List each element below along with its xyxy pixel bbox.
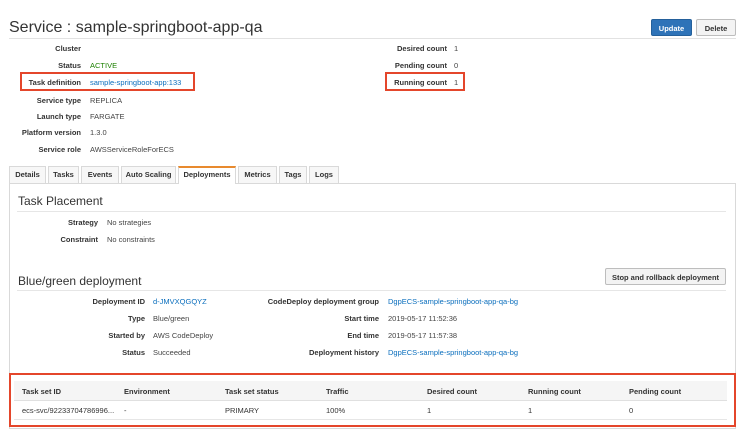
running-count-label: Running count (394, 78, 447, 87)
service-role-value: AWSServiceRoleForECS (90, 145, 174, 154)
col-running-count: Running count (528, 387, 581, 396)
end-time-value: 2019-05-17 11:57:38 (388, 331, 458, 340)
deployment-history-label: Deployment history (308, 348, 379, 357)
task-definition-label: Task definition (28, 78, 81, 87)
cell-traffic: 100% (326, 406, 346, 415)
deployment-status-value: Succeeded (153, 348, 191, 357)
task-definition-link[interactable]: sample-springboot-app:133 (90, 78, 181, 87)
start-time-value: 2019-05-17 11:52:36 (388, 314, 458, 323)
tab-events[interactable]: Events (81, 166, 119, 183)
tab-auto-scaling[interactable]: Auto Scaling (121, 166, 176, 183)
tab-tasks[interactable]: Tasks (48, 166, 79, 183)
stop-rollback-button[interactable]: Stop and rollback deployment (605, 268, 726, 285)
update-button[interactable]: Update (651, 19, 692, 36)
col-traffic: Traffic (326, 387, 349, 396)
running-count-value: 1 (454, 78, 459, 87)
deployment-history-link[interactable]: DgpECS-sample-springboot-app-qa-bg (388, 348, 518, 357)
cell-task-set-id: ecs-svc/92233704786996... (22, 406, 115, 415)
tab-bar: Details Tasks Events Auto Scaling Deploy… (9, 166, 736, 184)
bluegreen-title: Blue/green deployment (18, 274, 142, 288)
page-title: Service : sample-springboot-app-qa (9, 19, 263, 36)
launch-type-value: FARGATE (90, 112, 125, 121)
deployment-id-link[interactable]: d-JMVXQGQYZ (153, 297, 207, 306)
task-placement-divider (17, 211, 726, 212)
deployment-id-label: Deployment ID (92, 297, 145, 306)
launch-type-label: Launch type (36, 112, 81, 121)
service-role-label: Service role (38, 145, 81, 154)
deployment-status-label: Status (122, 348, 145, 357)
bluegreen-divider (17, 290, 726, 291)
platform-version-value: 1.3.0 (90, 128, 107, 137)
pending-count-label: Pending count (394, 61, 447, 70)
strategy-value: No strategies (107, 218, 152, 227)
start-time-label: Start time (344, 314, 379, 323)
tab-tags[interactable]: Tags (279, 166, 307, 183)
codedeploy-group-link[interactable]: DgpECS-sample-springboot-app-qa-bg (388, 297, 518, 306)
strategy-label: Strategy (67, 218, 98, 227)
started-by-value: AWS CodeDeploy (153, 331, 214, 340)
pending-count-value: 0 (454, 61, 459, 70)
type-label: Type (128, 314, 145, 323)
header-divider (9, 38, 736, 39)
codedeploy-group-label: CodeDeploy deployment group (267, 297, 379, 306)
cluster-label: Cluster (55, 44, 81, 53)
cell-running-count: 1 (528, 406, 533, 415)
status-value: ACTIVE (90, 61, 118, 70)
col-task-set-id: Task set ID (22, 387, 62, 396)
service-type-value: REPLICA (90, 96, 123, 105)
cell-pending-count: 0 (629, 406, 634, 415)
task-sets-row-divider (14, 419, 727, 420)
col-desired-count: Desired count (427, 387, 478, 396)
cell-task-set-status: PRIMARY (225, 406, 260, 415)
tab-metrics[interactable]: Metrics (238, 166, 277, 183)
tab-logs[interactable]: Logs (309, 166, 339, 183)
cell-desired-count: 1 (427, 406, 432, 415)
service-type-label: Service type (36, 96, 81, 105)
col-task-set-status: Task set status (225, 387, 279, 396)
started-by-label: Started by (108, 331, 145, 340)
constraint-label: Constraint (60, 235, 99, 244)
cell-environment: - (124, 406, 127, 415)
type-value: Blue/green (153, 314, 190, 323)
col-pending-count: Pending count (629, 387, 682, 396)
tab-details[interactable]: Details (9, 166, 46, 183)
desired-count-value: 1 (454, 44, 459, 53)
status-label: Status (58, 61, 81, 70)
task-placement-title: Task Placement (18, 194, 103, 208)
platform-version-label: Platform version (21, 128, 81, 137)
col-environment: Environment (124, 387, 170, 396)
desired-count-label: Desired count (396, 44, 447, 53)
end-time-label: End time (347, 331, 379, 340)
delete-button[interactable]: Delete (696, 19, 736, 36)
constraint-value: No constraints (107, 235, 155, 244)
task-sets-header-row (14, 381, 727, 401)
tab-deployments[interactable]: Deployments (178, 166, 236, 184)
